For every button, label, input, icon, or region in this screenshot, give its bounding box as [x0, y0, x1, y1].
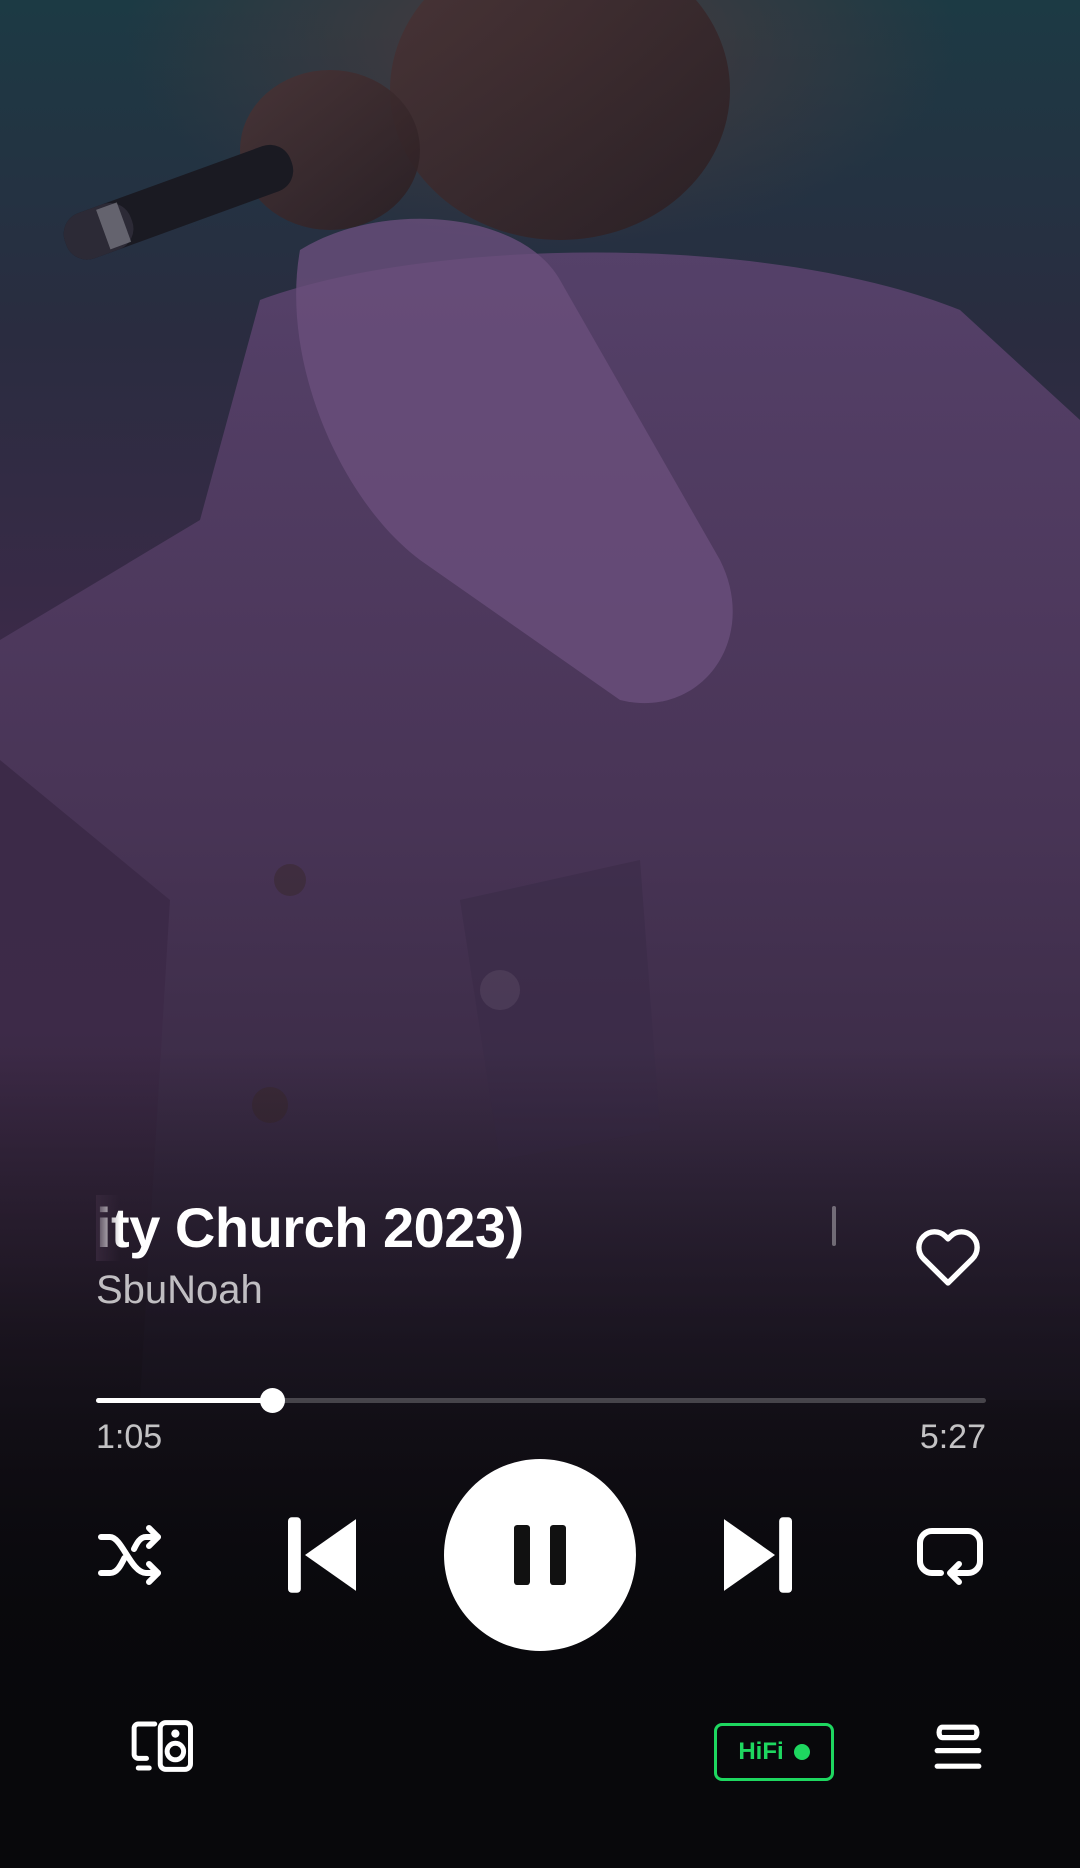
title-marquee-fade — [96, 1195, 120, 1261]
elapsed-time: 1:05 — [96, 1418, 163, 1456]
connect-devices-icon[interactable] — [130, 1718, 196, 1774]
skip-next-icon[interactable] — [724, 1517, 792, 1593]
title-marquee-edge — [832, 1206, 836, 1246]
heart-icon[interactable] — [910, 1218, 986, 1294]
queue-icon[interactable] — [932, 1722, 984, 1774]
total-time: 5:27 — [919, 1418, 986, 1456]
repeat-icon[interactable] — [914, 1522, 986, 1588]
progress-bar[interactable] — [96, 1388, 986, 1413]
now-playing-screen: ity Church 2023) SbuNoah 1:05 5:27 HiFi — [0, 0, 1080, 1868]
skip-previous-icon[interactable] — [288, 1517, 356, 1593]
shuffle-icon[interactable] — [94, 1522, 168, 1588]
pause-icon — [514, 1525, 566, 1585]
hifi-badge[interactable]: HiFi — [714, 1723, 834, 1781]
progress-fill — [96, 1398, 273, 1403]
pause-button[interactable] — [444, 1459, 636, 1651]
artist-name[interactable]: SbuNoah — [96, 1268, 263, 1313]
track-title: ity Church 2023) — [96, 1196, 524, 1259]
hifi-label: HiFi — [738, 1738, 784, 1765]
hifi-status-dot — [793, 1744, 810, 1760]
